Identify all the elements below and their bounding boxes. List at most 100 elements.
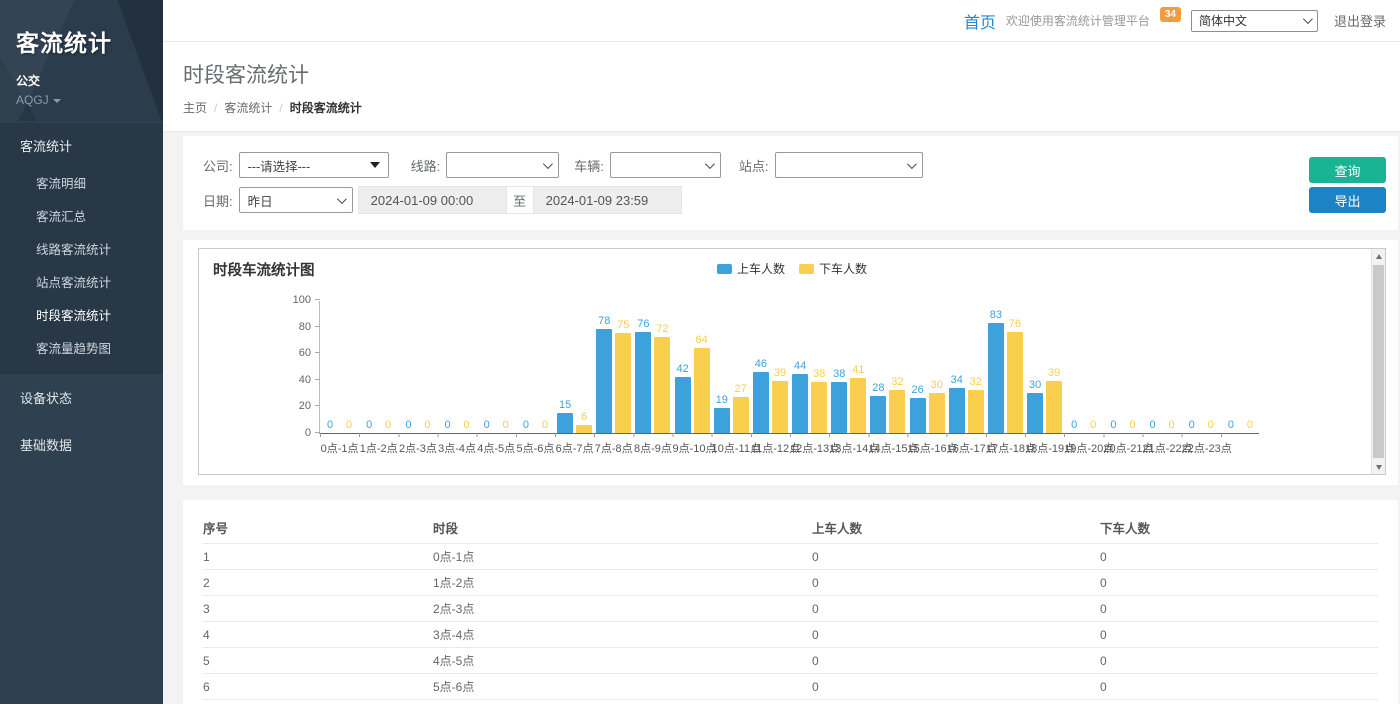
- legend-label-alighting: 下车人数: [819, 260, 867, 277]
- sidebar-subitem[interactable]: 客流明细: [0, 166, 163, 199]
- x-axis-label: 2点-3点: [398, 440, 437, 456]
- bar-group: 0019点-20点: [1064, 301, 1103, 433]
- bar[interactable]: [910, 398, 926, 433]
- bar-value-label: 0: [542, 420, 548, 431]
- bar-group: 263015点-16点: [908, 301, 947, 433]
- bar[interactable]: [1046, 381, 1062, 433]
- bar[interactable]: [753, 372, 769, 433]
- table-cell: 5: [203, 654, 433, 668]
- bar-value-label: 38: [833, 369, 845, 380]
- table-row: 65点-6点00: [203, 674, 1378, 700]
- line-select[interactable]: [446, 152, 559, 178]
- bar-value-label: 76: [637, 319, 649, 330]
- bar-value-label: 6: [581, 412, 587, 423]
- date-range-group: 2024-01-09 00:00 至 2024-01-09 23:59: [358, 186, 682, 214]
- page-title: 时段客流统计: [183, 59, 1380, 89]
- sidebar-subitem[interactable]: 站点客流统计: [0, 265, 163, 298]
- chart-panel: 时段车流统计图 上车人数 下车人数 020406080100000点: [183, 240, 1398, 485]
- bar[interactable]: [870, 396, 886, 433]
- triangle-up-icon: [1376, 254, 1382, 259]
- vehicle-select[interactable]: [610, 152, 721, 178]
- bar[interactable]: [1007, 332, 1023, 433]
- export-button[interactable]: 导出: [1309, 187, 1386, 213]
- bar[interactable]: [733, 397, 749, 433]
- filter-row-2: 日期: 昨日 2024-01-09 00:00 至 2024-01-09 23:…: [203, 186, 1288, 214]
- bar[interactable]: [576, 425, 592, 433]
- x-axis-label: 17点-18点: [986, 440, 1025, 456]
- x-axis-label: 7点-8点: [594, 440, 633, 456]
- date-to-input[interactable]: 2024-01-09 23:59: [534, 187, 681, 213]
- station-label: 站点:: [739, 156, 769, 175]
- bar-value-label: 44: [794, 361, 806, 372]
- bar-value-label: 28: [872, 383, 884, 394]
- y-axis-tick: [315, 299, 320, 300]
- table-row: 10点-1点00: [203, 544, 1378, 570]
- bar-wrap: 0: [1085, 301, 1101, 433]
- topbar: 首页 欢迎使用客流统计管理平台 34 简体中文 退出登录: [163, 0, 1400, 42]
- bar[interactable]: [615, 333, 631, 433]
- sidebar-item-device-status[interactable]: 设备状态: [0, 374, 163, 421]
- home-link[interactable]: 首页: [964, 9, 996, 33]
- bar[interactable]: [1027, 393, 1043, 433]
- legend-item-alighting[interactable]: 下车人数: [799, 260, 867, 277]
- bar-value-label: 0: [346, 420, 352, 431]
- logout-link[interactable]: 退出登录: [1334, 11, 1386, 30]
- breadcrumb-section[interactable]: 客流统计: [224, 101, 272, 115]
- sidebar-subitem[interactable]: 时段客流统计: [0, 298, 163, 331]
- breadcrumb-current: 时段客流统计: [290, 101, 362, 115]
- chart-scrollbar[interactable]: [1371, 249, 1385, 474]
- date-from-input[interactable]: 2024-01-09 00:00: [359, 187, 506, 213]
- scroll-up-arrow[interactable]: [1372, 249, 1385, 263]
- bar[interactable]: [772, 381, 788, 433]
- bar[interactable]: [635, 332, 651, 433]
- scroll-down-arrow[interactable]: [1372, 460, 1385, 474]
- table-cell: 1: [203, 550, 433, 564]
- legend-item-boarding[interactable]: 上车人数: [717, 260, 785, 277]
- bar[interactable]: [929, 393, 945, 433]
- sidebar-item-base-data[interactable]: 基础数据: [0, 421, 163, 468]
- bar[interactable]: [850, 378, 866, 433]
- scrollbar-thumb[interactable]: [1373, 265, 1384, 458]
- bar-value-label: 0: [503, 420, 509, 431]
- bar-value-label: 0: [1150, 420, 1156, 431]
- bar[interactable]: [714, 408, 730, 433]
- bar[interactable]: [694, 348, 710, 433]
- bar-value-label: 0: [1110, 420, 1116, 431]
- query-button[interactable]: 查询: [1309, 157, 1386, 183]
- sidebar-item-stats[interactable]: 客流统计: [0, 123, 163, 166]
- bar-wrap: 0: [1124, 301, 1140, 433]
- date-preset-select[interactable]: 昨日: [239, 187, 353, 213]
- bar-value-label: 38: [813, 369, 825, 380]
- breadcrumb-home[interactable]: 主页: [183, 101, 207, 115]
- x-axis-ticks: [320, 433, 1259, 437]
- sidebar-subitem[interactable]: 客流汇总: [0, 199, 163, 232]
- bar[interactable]: [988, 323, 1004, 433]
- bar[interactable]: [831, 382, 847, 433]
- station-select[interactable]: [775, 152, 923, 178]
- bar[interactable]: [889, 390, 905, 433]
- bar[interactable]: [811, 382, 827, 433]
- bar-wrap: 0: [1066, 301, 1082, 433]
- table-cell: 3: [203, 602, 433, 616]
- bar-wrap: 0: [498, 301, 514, 433]
- bar-group: 000点-1点: [320, 301, 359, 433]
- bar[interactable]: [968, 390, 984, 433]
- bar[interactable]: [949, 388, 965, 433]
- breadcrumb-separator: /: [214, 101, 217, 115]
- sidebar-subitem[interactable]: 客流量趋势图: [0, 331, 163, 364]
- bar-wrap: 0: [1223, 301, 1239, 433]
- company-select[interactable]: ---请选择---: [239, 152, 389, 178]
- user-dropdown[interactable]: AQGJ: [16, 93, 147, 107]
- bar[interactable]: [557, 413, 573, 433]
- bar[interactable]: [596, 329, 612, 433]
- bar[interactable]: [792, 374, 808, 433]
- bar-group: 003点-4点: [438, 301, 477, 433]
- bar-wrap: 44: [792, 301, 808, 433]
- table-cell: 0: [1100, 654, 1378, 668]
- sidebar-subitem[interactable]: 线路客流统计: [0, 232, 163, 265]
- company-label: 公司:: [203, 156, 233, 175]
- x-axis-label: 11点-12点: [751, 440, 790, 456]
- bar[interactable]: [654, 337, 670, 433]
- language-select[interactable]: 简体中文: [1191, 10, 1318, 32]
- bar[interactable]: [675, 377, 691, 433]
